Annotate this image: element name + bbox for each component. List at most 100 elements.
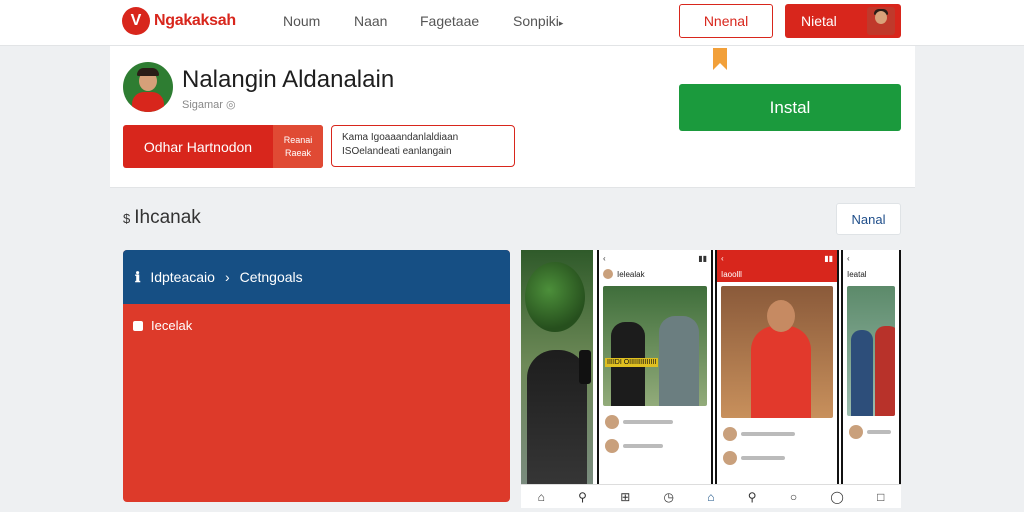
- feature-card-header[interactable]: ℹ Idpteacaio › Cetngoals: [123, 250, 510, 304]
- clock-icon[interactable]: ◷: [664, 490, 674, 504]
- chat-icon[interactable]: ◯: [830, 490, 843, 504]
- person-figure: [875, 326, 895, 416]
- avatar-small: [603, 269, 613, 279]
- section-title: $ Ihcanak: [123, 207, 201, 229]
- status-bar: ‹ ▮▮: [599, 250, 711, 266]
- feature-head-right: Cetngoals: [239, 269, 303, 285]
- section-icon: $: [123, 210, 131, 226]
- person-figure: [751, 326, 811, 418]
- screen3-image: [847, 286, 895, 416]
- screen-header: Ielealak: [599, 266, 711, 282]
- follow-side-line2: Raeak: [284, 147, 311, 158]
- chevron-right-icon: ›: [224, 269, 230, 285]
- screenshot-3[interactable]: ‹ Ieatal: [841, 250, 901, 508]
- list-item[interactable]: [599, 434, 711, 458]
- screen1-title: Ielealak: [617, 269, 645, 279]
- nav-link-4-label: Sonpiki: [513, 13, 559, 29]
- phone-silhouette: [579, 350, 591, 384]
- brand-logo[interactable]: V Ngakaksah: [122, 7, 236, 35]
- avatar-dot: [605, 439, 619, 453]
- signup-button-label: Nietal: [801, 13, 837, 29]
- chat-icon[interactable]: ○: [790, 490, 797, 504]
- nav-link-4[interactable]: Sonpiki▸: [513, 13, 563, 29]
- profile-card: Nalangin Aldanalain Sigamar ◎ Odhar Hart…: [110, 46, 915, 188]
- screen-header: Ieatal: [843, 266, 899, 282]
- bookmark-icon[interactable]: [709, 48, 731, 70]
- login-button[interactable]: Nnenal: [679, 4, 773, 38]
- follow-button[interactable]: Odhar Hartnodon Reanai Raeak: [123, 125, 323, 168]
- screen2-title: Iaoolll: [721, 269, 742, 279]
- text-placeholder: [867, 430, 891, 434]
- brand-name: Ngakaksah: [154, 12, 236, 29]
- feature-item[interactable]: Iecelak: [123, 304, 510, 347]
- profile-avatar[interactable]: [123, 62, 173, 112]
- nav-link-1[interactable]: Noum: [283, 13, 320, 29]
- list-item[interactable]: [599, 410, 711, 434]
- section-title-text: Ihcanak: [134, 207, 201, 228]
- signal-icon: ▮▮: [698, 253, 707, 263]
- signal-icon: ▮▮: [824, 253, 833, 263]
- avatar-dot: [605, 415, 619, 429]
- avatar-dot: [723, 451, 737, 465]
- top-navigation-bar: V Ngakaksah Noum Naan Fagetaae Sonpiki▸ …: [0, 0, 1024, 46]
- chevron-down-icon: ▸: [558, 18, 564, 28]
- home-icon[interactable]: ⌂: [538, 490, 545, 504]
- screen2-image: [721, 286, 833, 418]
- brand-logo-mark: V: [122, 7, 150, 35]
- add-icon[interactable]: ⊞: [620, 490, 630, 504]
- info-line2: ISOelandeati eanlangain: [342, 146, 452, 157]
- list-item[interactable]: [717, 422, 837, 446]
- screen3-title: Ieatal: [847, 269, 867, 279]
- follow-side-line1: Reanai: [283, 134, 313, 145]
- screenshot-2[interactable]: ‹ ▮▮ Iaoolll: [715, 250, 839, 508]
- follow-button-side[interactable]: Reanai Raeak: [273, 125, 323, 168]
- back-icon: ‹: [603, 253, 606, 263]
- square-icon[interactable]: □: [877, 490, 884, 504]
- person-figure: [851, 330, 873, 416]
- feature-card[interactable]: ℹ Idpteacaio › Cetngoals Iecelak: [123, 250, 510, 502]
- text-placeholder: [623, 420, 673, 424]
- info-icon: ℹ: [135, 268, 141, 285]
- signup-button[interactable]: Nietal: [785, 4, 901, 38]
- home-icon[interactable]: ⌂: [707, 490, 714, 504]
- status-bar: ‹: [843, 250, 899, 266]
- feature-head-left: Idpteacaio: [150, 269, 215, 285]
- person-face: [767, 300, 795, 332]
- text-placeholder: [623, 444, 663, 448]
- section-button[interactable]: Nanal: [836, 203, 901, 235]
- list-item[interactable]: [717, 446, 837, 470]
- screenshot-bottom-nav: ⌂ ⚲ ⊞ ◷ ⌂ ⚲ ○ ◯ □: [521, 484, 901, 508]
- avatar-hair: [137, 68, 159, 76]
- avatar-face: [875, 11, 887, 24]
- screenshot-gallery[interactable]: ‹ ▮▮ Ielealak IIIIDI OIIIIIIIIIIIIII ‹ ▮▮ …: [521, 250, 901, 508]
- follow-button-label: Odhar Hartnodon: [143, 138, 253, 155]
- profile-subtitle: Sigamar ◎: [182, 99, 236, 111]
- back-icon: ‹: [847, 253, 850, 263]
- list-item[interactable]: [843, 420, 899, 444]
- avatar-dot: [723, 427, 737, 441]
- text-placeholder: [741, 456, 785, 460]
- search-icon[interactable]: ⚲: [748, 490, 757, 504]
- status-bar: ‹ ▮▮: [717, 250, 837, 266]
- person-figure: [659, 316, 699, 406]
- text-placeholder: [741, 432, 795, 436]
- install-button[interactable]: Instal: [679, 84, 901, 131]
- avatar-shirt: [132, 92, 164, 112]
- feature-item-label: Iecelak: [151, 318, 193, 333]
- screen1-image: IIIIDI OIIIIIIIIIIIIII: [603, 286, 707, 406]
- image-caption: IIIIDI OIIIIIIIIIIIIII: [605, 358, 659, 367]
- nav-link-3[interactable]: Fagetaae: [420, 13, 479, 29]
- avatar-dot: [849, 425, 863, 439]
- screen-header: Iaoolll: [717, 266, 837, 282]
- search-icon[interactable]: ⚲: [578, 490, 587, 504]
- info-box[interactable]: Kama Igoaaandanlaldiaan ISOelandeati ean…: [331, 125, 515, 167]
- profile-name: Nalangin Aldanalain: [182, 66, 395, 93]
- palm-tree: [525, 262, 585, 332]
- flag-icon: [133, 320, 143, 331]
- screenshot-photo[interactable]: [521, 250, 593, 508]
- user-avatar[interactable]: [867, 7, 895, 35]
- screenshot-1[interactable]: ‹ ▮▮ Ielealak IIIIDI OIIIIIIIIIIIIII: [597, 250, 713, 508]
- nav-link-2[interactable]: Naan: [354, 13, 387, 29]
- info-line1: Kama Igoaaandanlaldiaan: [342, 132, 459, 143]
- back-icon: ‹: [721, 253, 724, 263]
